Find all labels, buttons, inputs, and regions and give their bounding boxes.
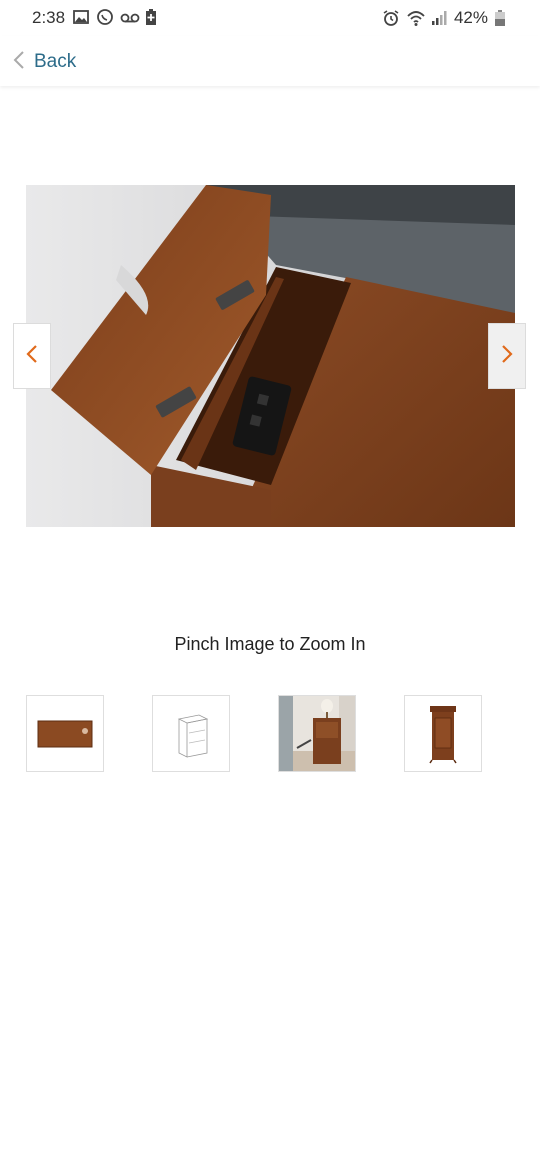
status-left-icons (72, 8, 162, 26)
thumbnail-4[interactable] (404, 695, 482, 772)
thumbnail-strip (0, 695, 540, 773)
battery-saver-icon (144, 8, 162, 26)
chevron-left-icon (12, 50, 26, 75)
chevron-right-icon (500, 343, 514, 370)
side-table-photo (26, 185, 515, 527)
signal-icon (430, 9, 448, 27)
battery-percent: 42% (453, 8, 488, 27)
chevron-left-icon (25, 343, 39, 370)
zoom-hint: Pinch Image to Zoom In (174, 634, 366, 654)
thumbnail-3[interactable] (278, 695, 356, 772)
back-button[interactable]: Back (12, 48, 76, 76)
status-right-icons: 42% (382, 8, 512, 28)
thumbnail-1[interactable] (26, 695, 104, 772)
status-time: 2:38 (32, 8, 66, 27)
table-front-view-thumbnail (429, 705, 457, 763)
wifi-icon (406, 9, 425, 27)
table-top-view-thumbnail (37, 720, 93, 747)
thumbnail-2[interactable] (152, 695, 230, 772)
alarm-icon (382, 9, 400, 27)
voicemail-icon (120, 8, 140, 26)
battery-icon (494, 9, 512, 27)
prev-image-button[interactable] (13, 323, 51, 389)
app-header: Back (0, 36, 540, 86)
back-label: Back (34, 51, 77, 72)
table-line-drawing-thumbnail (177, 714, 209, 758)
next-image-button[interactable] (488, 323, 526, 389)
table-in-room-thumbnail (279, 696, 355, 771)
whatsapp-icon (96, 8, 114, 26)
product-main-image[interactable] (26, 185, 515, 527)
gallery-icon (72, 8, 90, 26)
status-bar: 2:38 42% (0, 0, 540, 36)
